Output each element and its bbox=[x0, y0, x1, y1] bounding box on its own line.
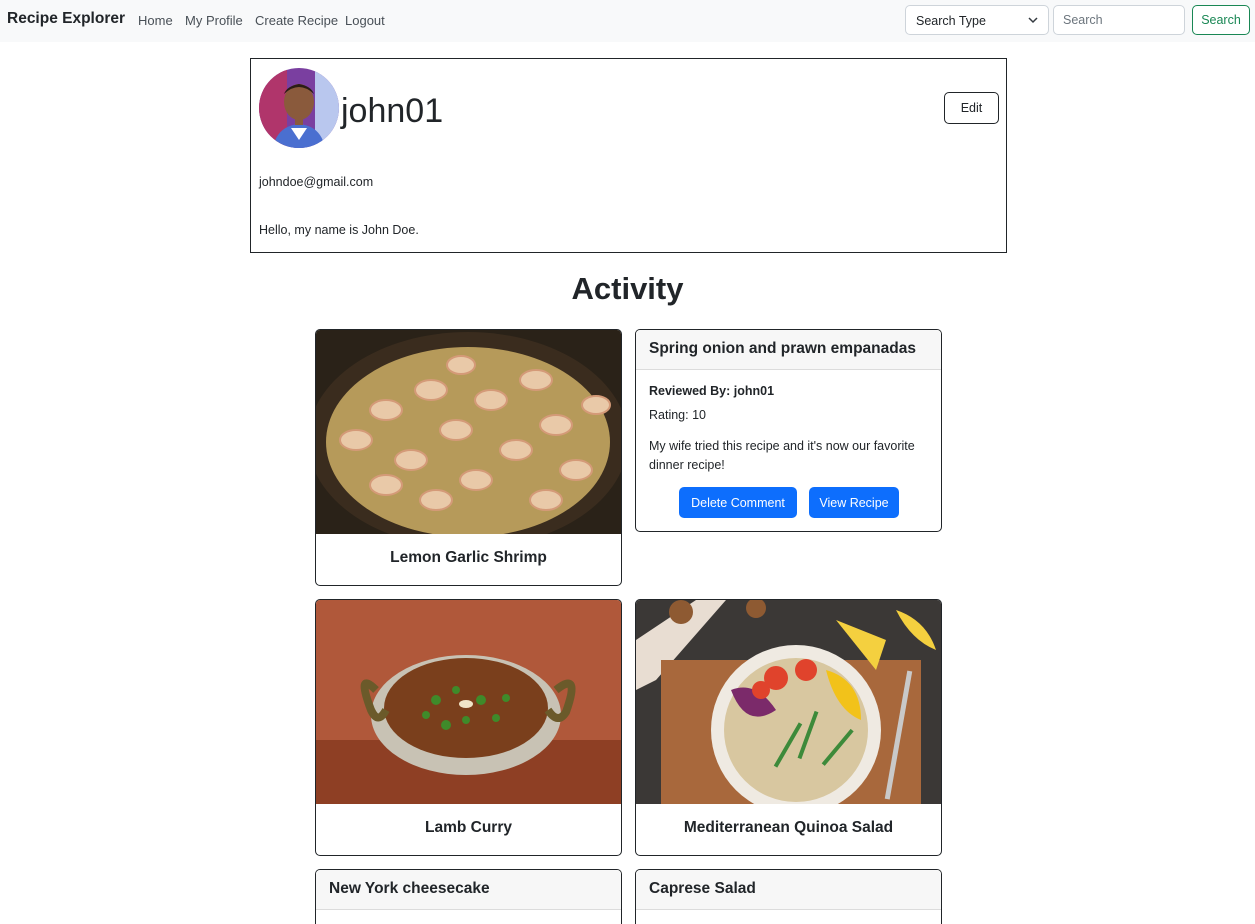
recipe-card-lemon-garlic-shrimp[interactable]: Lemon Garlic Shrimp bbox=[315, 329, 622, 586]
recipe-image bbox=[316, 600, 621, 804]
review-card: New York cheesecake bbox=[315, 869, 622, 924]
brand-link[interactable]: Recipe Explorer bbox=[7, 10, 125, 28]
view-recipe-button[interactable]: View Recipe bbox=[809, 487, 899, 518]
nav-my-profile-link[interactable]: My Profile bbox=[185, 13, 243, 28]
review-recipe-title: Spring onion and prawn empanadas bbox=[649, 340, 916, 357]
nav-logout-link[interactable]: Logout bbox=[345, 13, 385, 28]
review-card: Caprese Salad bbox=[635, 869, 942, 924]
delete-comment-button[interactable]: Delete Comment bbox=[679, 487, 797, 518]
profile-username: john01 bbox=[341, 92, 444, 130]
search-type-select[interactable]: Search Type bbox=[905, 5, 1049, 35]
recipe-image bbox=[636, 600, 941, 804]
recipe-card-title: Mediterranean Quinoa Salad bbox=[683, 819, 894, 836]
recipe-image bbox=[316, 330, 621, 534]
review-rating: Rating: 10 bbox=[649, 408, 706, 422]
recipe-card-title: Lemon Garlic Shrimp bbox=[390, 549, 547, 566]
search-input[interactable] bbox=[1053, 5, 1185, 35]
activity-heading: Activity bbox=[571, 271, 684, 306]
chevron-down-icon bbox=[1028, 17, 1038, 24]
search-button[interactable]: Search bbox=[1192, 5, 1250, 35]
review-card-header: Spring onion and prawn empanadas bbox=[636, 330, 941, 370]
edit-profile-button[interactable]: Edit bbox=[944, 92, 999, 124]
nav-home-link[interactable]: Home bbox=[138, 13, 173, 28]
recipe-card-lamb-curry[interactable]: Lamb Curry bbox=[315, 599, 622, 856]
profile-card: john01 Edit johndoe@gmail.com Hello, my … bbox=[250, 58, 1007, 253]
review-card-header: New York cheesecake bbox=[316, 870, 621, 910]
nav-create-recipe-link[interactable]: Create Recipe bbox=[255, 13, 338, 28]
avatar bbox=[259, 68, 339, 148]
review-card-header: Caprese Salad bbox=[636, 870, 941, 910]
profile-email: johndoe@gmail.com bbox=[259, 175, 374, 189]
top-navbar: Recipe Explorer Home My Profile Create R… bbox=[0, 0, 1255, 42]
recipe-card-mediterranean-quinoa-salad[interactable]: Mediterranean Quinoa Salad bbox=[635, 599, 942, 856]
review-recipe-title: Caprese Salad bbox=[649, 880, 756, 897]
profile-bio: Hello, my name is John Doe. bbox=[259, 223, 419, 237]
review-author: Reviewed By: john01 bbox=[649, 384, 775, 398]
search-type-value: Search Type bbox=[916, 14, 986, 28]
review-card: Spring onion and prawn empanadas Reviewe… bbox=[635, 329, 942, 532]
recipe-card-title: Lamb Curry bbox=[425, 819, 512, 836]
review-recipe-title: New York cheesecake bbox=[329, 880, 490, 897]
review-comment: My wife tried this recipe and it's now o… bbox=[649, 439, 915, 472]
